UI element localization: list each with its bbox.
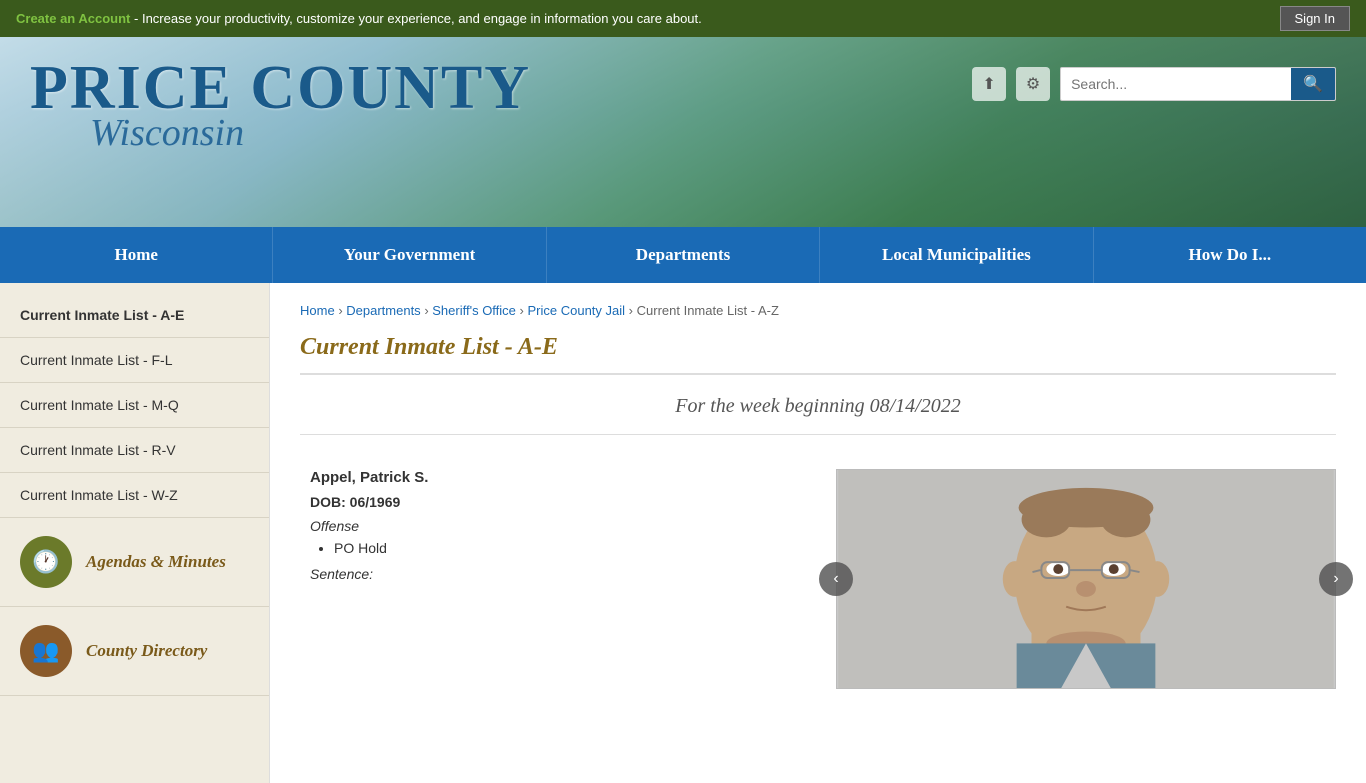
offense-list: PO Hold [334,540,806,556]
week-heading: For the week beginning 08/14/2022 [300,395,1336,435]
county-directory-widget[interactable]: 👥 County Directory [0,607,269,696]
county-directory-label: County Directory [86,641,207,661]
sidebar-item-ae[interactable]: Current Inmate List - A-E [0,293,269,338]
sentence-prefix: Sentence: [310,566,373,582]
header-content: PRICE COUNTY Wisconsin ⬆ ⚙ 🔍 [0,37,1366,155]
inmate-name: Appel, Patrick S. [310,469,806,486]
agendas-minutes-widget[interactable]: 🕐 Agendas & Minutes [0,518,269,607]
inmate-photo [836,469,1336,689]
sidebar-item-rv[interactable]: Current Inmate List - R-V [0,428,269,473]
nav-item-your-government[interactable]: Your Government [273,227,546,283]
main-layout: Current Inmate List - A-E Current Inmate… [0,283,1366,783]
breadcrumb-sheriffs-office[interactable]: Sheriff's Office [432,303,516,318]
top-bar: Create an Account - Increase your produc… [0,0,1366,37]
search-input[interactable] [1061,70,1291,98]
breadcrumb-price-county-jail[interactable]: Price County Jail [528,303,626,318]
logo-title[interactable]: PRICE COUNTY [30,57,531,119]
share-icon[interactable]: ⬆ [972,67,1006,101]
nav-item-home[interactable]: Home [0,227,273,283]
create-account-link[interactable]: Create an Account [16,11,130,26]
inmate-entry: Appel, Patrick S. DOB: 06/1969 Offense P… [300,459,1336,699]
breadcrumb-home[interactable]: Home [300,303,335,318]
offense-label: Offense [310,518,806,534]
nav-item-local-municipalities[interactable]: Local Municipalities [820,227,1093,283]
county-directory-icon: 👥 [20,625,72,677]
breadcrumb-current: Current Inmate List - A-Z [637,303,779,318]
main-nav: Home Your Government Departments Local M… [0,227,1366,283]
sentence-label: Sentence: [310,566,806,582]
agendas-label: Agendas & Minutes [86,552,226,572]
sign-in-button[interactable]: Sign In [1280,6,1350,31]
breadcrumb-sep-3: › [520,303,528,318]
sidebar-item-mq[interactable]: Current Inmate List - M-Q [0,383,269,428]
breadcrumb-departments[interactable]: Departments [346,303,420,318]
breadcrumb-sep-4: › [629,303,637,318]
page-title: Current Inmate List - A-E [300,334,1336,375]
photo-next-button[interactable]: › [1319,562,1353,596]
header-tools: ⬆ ⚙ 🔍 [972,67,1336,101]
sidebar-item-wz[interactable]: Current Inmate List - W-Z [0,473,269,518]
search-box: 🔍 [1060,67,1336,101]
nav-item-departments[interactable]: Departments [547,227,820,283]
logo-area: PRICE COUNTY Wisconsin [30,57,531,155]
logo-subtitle: Wisconsin [90,111,531,155]
content-area: Home › Departments › Sheriff's Office › … [270,283,1366,783]
sidebar: Current Inmate List - A-E Current Inmate… [0,283,270,783]
offense-item: PO Hold [334,540,806,556]
search-button[interactable]: 🔍 [1291,68,1335,100]
photo-area: ‹ [836,469,1336,689]
top-bar-tagline: - Increase your productivity, customize … [134,11,702,26]
photo-prev-button[interactable]: ‹ [819,562,853,596]
sidebar-item-fl[interactable]: Current Inmate List - F-L [0,338,269,383]
inmate-info: Appel, Patrick S. DOB: 06/1969 Offense P… [300,469,806,582]
inmate-dob: DOB: 06/1969 [310,494,806,510]
nav-item-how-do-i[interactable]: How Do I... [1094,227,1366,283]
site-header: PRICE COUNTY Wisconsin ⬆ ⚙ 🔍 [0,37,1366,227]
breadcrumb: Home › Departments › Sheriff's Office › … [300,303,1336,318]
dob-label: DOB: [310,494,346,510]
dob-value: 06/1969 [350,494,401,510]
settings-icon[interactable]: ⚙ [1016,67,1050,101]
agendas-icon: 🕐 [20,536,72,588]
